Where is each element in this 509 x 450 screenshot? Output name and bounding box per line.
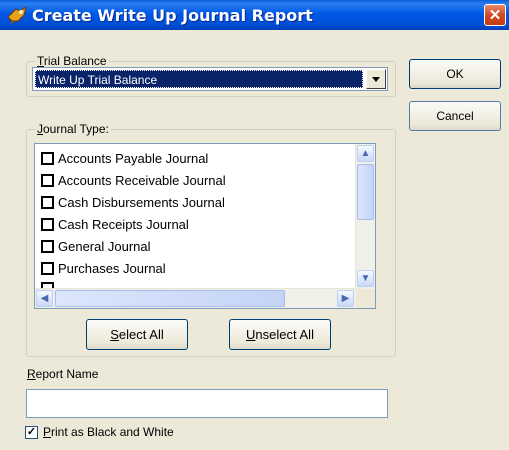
unselect-all-button[interactable]: Unselect All bbox=[229, 319, 331, 350]
list-item-accounts-receivable[interactable]: Accounts Receivable Journal bbox=[41, 171, 226, 191]
scroll-up-button[interactable]: ▲ bbox=[357, 145, 374, 162]
checkbox[interactable] bbox=[41, 152, 54, 166]
scroll-right-button[interactable]: ▶ bbox=[337, 290, 354, 307]
chevron-down-icon bbox=[372, 77, 380, 82]
app-icon bbox=[7, 5, 27, 24]
close-icon: ✕ bbox=[488, 7, 502, 24]
scroll-down-button[interactable]: ▼ bbox=[357, 270, 374, 287]
ok-button[interactable]: OK bbox=[409, 59, 501, 89]
list-item-purchases[interactable]: Purchases Journal bbox=[41, 259, 166, 279]
title-bar: Create Write Up Journal Report ✕ bbox=[0, 0, 509, 30]
list-item-accounts-payable[interactable]: Accounts Payable Journal bbox=[41, 149, 208, 169]
trial-balance-select[interactable]: Write Up Trial Balance bbox=[32, 67, 388, 91]
select-all-button[interactable]: Select All bbox=[86, 319, 188, 350]
trial-balance-selected-value: Write Up Trial Balance bbox=[35, 70, 363, 88]
checkbox[interactable] bbox=[41, 218, 54, 232]
report-name-input[interactable] bbox=[26, 389, 388, 418]
vertical-scroll-thumb[interactable] bbox=[357, 164, 374, 220]
window-title: Create Write Up Journal Report bbox=[32, 6, 313, 25]
cancel-button[interactable]: Cancel bbox=[409, 101, 501, 131]
horizontal-scrollbar[interactable]: ◀ ▶ bbox=[35, 288, 356, 308]
list-item-cash-receipts[interactable]: Cash Receipts Journal bbox=[41, 215, 189, 235]
close-button[interactable]: ✕ bbox=[484, 4, 506, 26]
print-bw-label[interactable]: Print as Black and White bbox=[43, 425, 174, 439]
vertical-scrollbar[interactable]: ▲ ▼ bbox=[355, 144, 375, 289]
list-item-cash-disbursements[interactable]: Cash Disbursements Journal bbox=[41, 193, 225, 213]
scrollbar-corner bbox=[356, 289, 375, 308]
dropdown-button[interactable] bbox=[366, 69, 386, 89]
checkmark-icon: ✓ bbox=[26, 426, 37, 438]
checkbox[interactable] bbox=[41, 240, 54, 254]
scroll-left-button[interactable]: ◀ bbox=[36, 290, 53, 307]
report-name-label: Report Name bbox=[27, 367, 99, 381]
trial-balance-label: Trial Balance bbox=[35, 54, 109, 68]
print-bw-checkbox[interactable]: ✓ bbox=[25, 426, 38, 439]
checkbox[interactable] bbox=[41, 174, 54, 188]
journal-type-list[interactable]: Accounts Payable Journal Accounts Receiv… bbox=[34, 143, 376, 309]
checkbox[interactable] bbox=[41, 262, 54, 276]
list-item-general[interactable]: General Journal bbox=[41, 237, 151, 257]
journal-type-label: Journal Type: bbox=[35, 122, 111, 136]
horizontal-scroll-thumb[interactable] bbox=[55, 290, 285, 307]
checkbox[interactable] bbox=[41, 196, 54, 210]
